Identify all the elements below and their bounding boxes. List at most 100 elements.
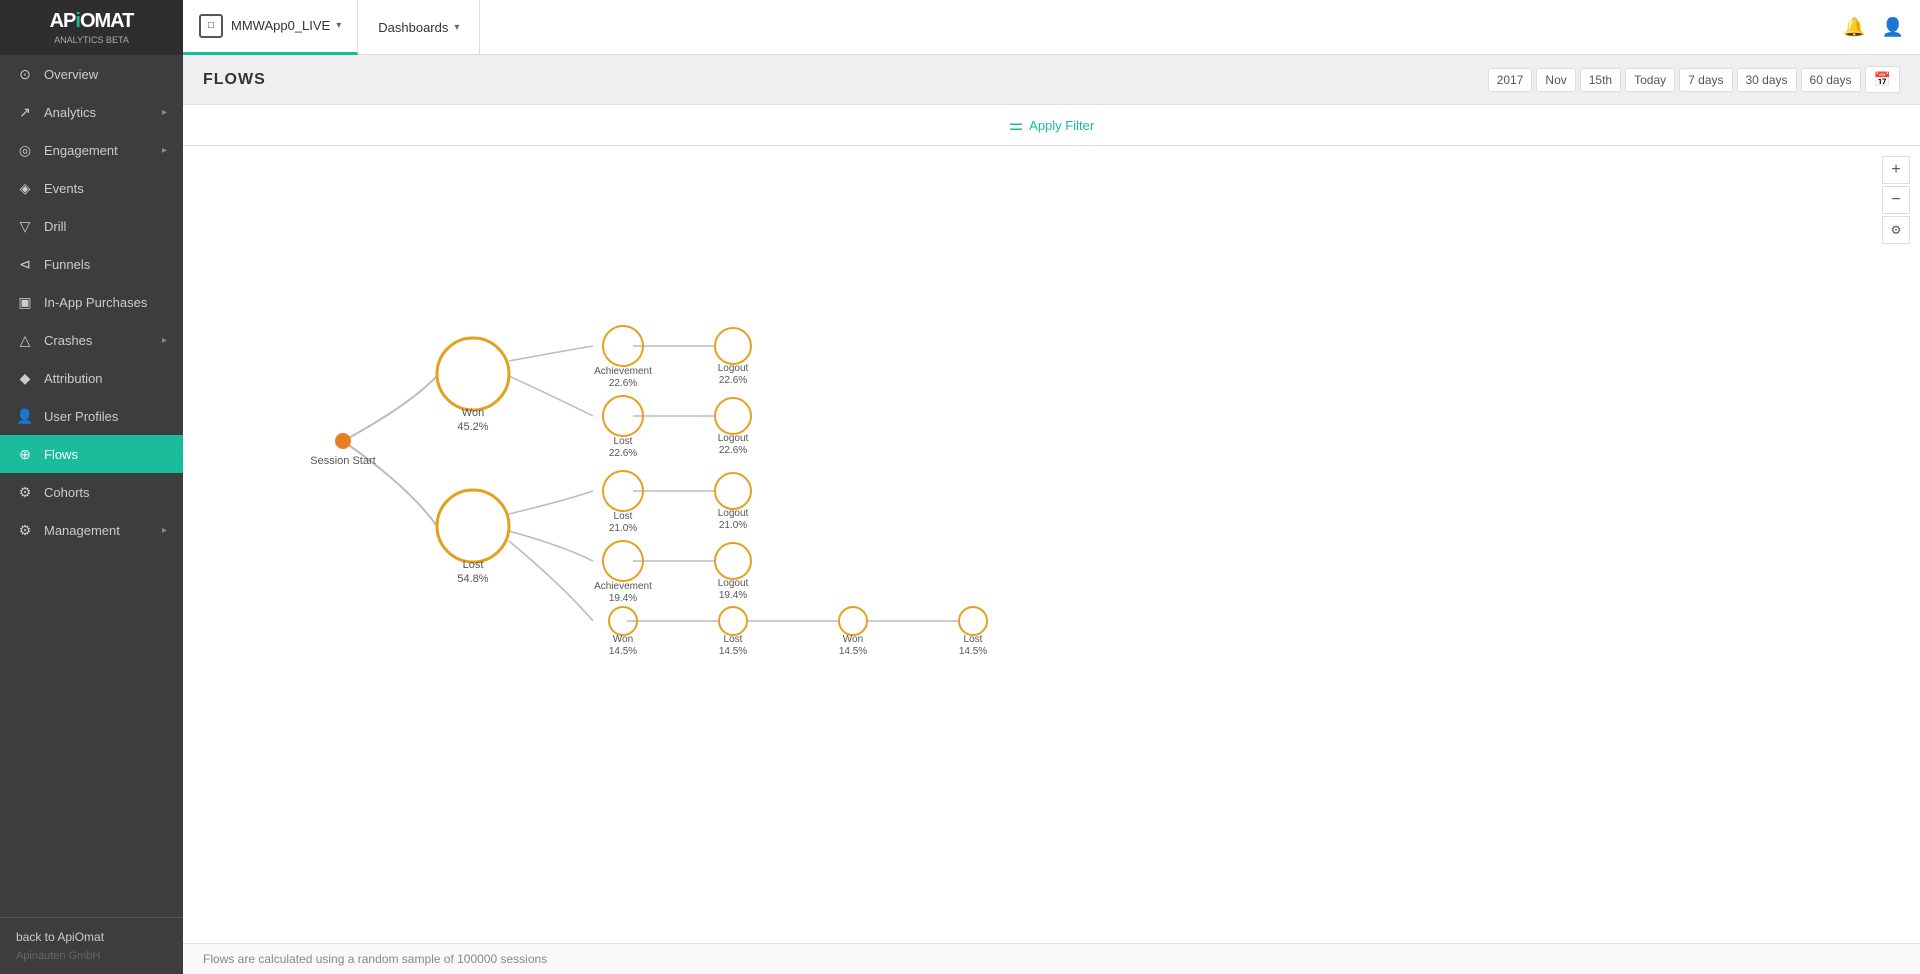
zoom-out-button[interactable]: − (1882, 186, 1910, 214)
nav-arrow-engagement: ▸ (162, 145, 167, 156)
date-btn-15th[interactable]: 15th (1580, 68, 1621, 92)
nav-icon-crashes: △ (16, 331, 34, 349)
logo-icon: APiOMAT (50, 10, 134, 33)
nav-icon-user-profiles: 👤 (16, 407, 34, 425)
nav-label-in-app-purchases: In-App Purchases (44, 295, 147, 310)
logo-area: APiOMAT ANALYTICS BETA (0, 0, 183, 55)
app-tab[interactable]: □ MMWApp0_LIVE ▾ (183, 0, 358, 55)
sidebar-item-flows[interactable]: ⊕ Flows (0, 435, 183, 473)
nav-icon-analytics: ↗ (16, 103, 34, 121)
topbar-right: 🔔 👤 (1843, 17, 1904, 38)
apply-filter-label: Apply Filter (1029, 118, 1094, 133)
svg-text:14.5%: 14.5% (839, 646, 867, 657)
sidebar-item-cohorts[interactable]: ⚙ Cohorts (0, 473, 183, 511)
nav-icon-engagement: ◎ (16, 141, 34, 159)
back-to-apiomatlink[interactable]: back to ApiOmat (16, 930, 167, 944)
date-btn-nov[interactable]: Nov (1536, 68, 1575, 92)
nav-icon-management: ⚙ (16, 521, 34, 539)
nav-icon-flows: ⊕ (16, 445, 34, 463)
svg-text:21.0%: 21.0% (609, 523, 637, 534)
svg-text:21.0%: 21.0% (719, 520, 747, 531)
date-btn-2017[interactable]: 2017 (1488, 68, 1533, 92)
date-controls: 2017Nov15thToday7 days30 days60 days📅 (1488, 66, 1900, 93)
flow-svg: Session Start Won 45.2% Lost 54.8% Achie… (183, 146, 1920, 943)
svg-text:Lost: Lost (964, 634, 983, 645)
date-btn-7-days[interactable]: 7 days (1679, 68, 1732, 92)
dashboards-label: Dashboards (378, 20, 448, 35)
sidebar-item-crashes[interactable]: △ Crashes ▸ (0, 321, 183, 359)
nav-label-crashes: Crashes (44, 333, 92, 348)
sidebar-item-user-profiles[interactable]: 👤 User Profiles (0, 397, 183, 435)
nav-icon-overview: ⊙ (16, 65, 34, 83)
user-profile-icon[interactable]: 👤 (1882, 17, 1904, 38)
svg-text:Won: Won (462, 407, 484, 419)
nav-icon-cohorts: ⚙ (16, 483, 34, 501)
svg-text:Achievement: Achievement (594, 366, 652, 377)
date-btn-60-days[interactable]: 60 days (1801, 68, 1861, 92)
sidebar-item-attribution[interactable]: ◆ Attribution (0, 359, 183, 397)
nav-label-management: Management (44, 523, 120, 538)
apply-filter-button[interactable]: ⚌ Apply Filter (1009, 115, 1094, 135)
sidebar-item-analytics[interactable]: ↗ Analytics ▸ (0, 93, 183, 131)
nav-icon-drill: ▽ (16, 217, 34, 235)
date-btn-today[interactable]: Today (1625, 68, 1675, 92)
app-chevron-icon: ▾ (336, 20, 341, 31)
svg-text:Logout: Logout (718, 508, 749, 519)
topbar: □ MMWApp0_LIVE ▾ Dashboards ▾ 🔔 👤 (183, 0, 1920, 55)
nav-icon-events: ◈ (16, 179, 34, 197)
svg-text:Won: Won (613, 634, 633, 645)
nav-icon-attribution: ◆ (16, 369, 34, 387)
sidebar: APiOMAT ANALYTICS BETA ⊙ Overview ↗ Anal… (0, 0, 183, 974)
nav-label-user-profiles: User Profiles (44, 409, 118, 424)
svg-text:Lost: Lost (463, 559, 484, 571)
svg-text:Lost: Lost (614, 511, 633, 522)
nav-arrow-analytics: ▸ (162, 107, 167, 118)
app-name-label: MMWApp0_LIVE (231, 18, 330, 33)
nav-label-drill: Drill (44, 219, 66, 234)
svg-text:22.6%: 22.6% (609, 378, 637, 389)
dashboards-tab[interactable]: Dashboards ▾ (358, 0, 480, 55)
sidebar-item-in-app-purchases[interactable]: ▣ In-App Purchases (0, 283, 183, 321)
nav-icon-funnels: ⊲ (16, 255, 34, 273)
flow-canvas: Session Start Won 45.2% Lost 54.8% Achie… (183, 146, 1920, 943)
page-header: FLOWS 2017Nov15thToday7 days30 days60 da… (183, 55, 1920, 105)
svg-text:14.5%: 14.5% (609, 646, 637, 657)
nav-label-flows: Flows (44, 447, 78, 462)
nav-label-analytics: Analytics (44, 105, 96, 120)
notification-icon[interactable]: 🔔 (1843, 17, 1865, 38)
dashboards-chevron-icon: ▾ (454, 22, 459, 33)
main-area: □ MMWApp0_LIVE ▾ Dashboards ▾ 🔔 👤 FLOWS … (183, 0, 1920, 974)
svg-text:22.6%: 22.6% (609, 448, 637, 459)
zoom-settings-button[interactable]: ⚙ (1882, 216, 1910, 244)
nav-menu: ⊙ Overview ↗ Analytics ▸ ◎ Engagement ▸ … (0, 55, 183, 549)
date-btn-30-days[interactable]: 30 days (1737, 68, 1797, 92)
sidebar-item-events[interactable]: ◈ Events (0, 169, 183, 207)
logo-sub: ANALYTICS BETA (50, 35, 134, 45)
svg-text:45.2%: 45.2% (457, 421, 488, 433)
svg-text:19.4%: 19.4% (609, 593, 637, 604)
svg-text:Logout: Logout (718, 363, 749, 374)
nav-label-events: Events (44, 181, 84, 196)
nav-label-cohorts: Cohorts (44, 485, 90, 500)
nav-label-attribution: Attribution (44, 371, 103, 386)
svg-text:54.8%: 54.8% (457, 573, 488, 585)
zoom-in-button[interactable]: + (1882, 156, 1910, 184)
svg-text:14.5%: 14.5% (719, 646, 747, 657)
sidebar-item-drill[interactable]: ▽ Drill (0, 207, 183, 245)
sidebar-item-management[interactable]: ⚙ Management ▸ (0, 511, 183, 549)
sidebar-item-engagement[interactable]: ◎ Engagement ▸ (0, 131, 183, 169)
svg-text:Lost: Lost (614, 436, 633, 447)
nav-arrow-crashes: ▸ (162, 335, 167, 346)
nav-label-engagement: Engagement (44, 143, 118, 158)
sidebar-item-overview[interactable]: ⊙ Overview (0, 55, 183, 93)
svg-text:Won: Won (843, 634, 863, 645)
sidebar-item-funnels[interactable]: ⊲ Funnels (0, 245, 183, 283)
sidebar-bottom: back to ApiOmat Apinauten GmbH (0, 917, 183, 974)
svg-text:Logout: Logout (718, 433, 749, 444)
svg-text:Achievement: Achievement (594, 581, 652, 592)
nav-arrow-management: ▸ (162, 525, 167, 536)
zoom-controls: + − ⚙ (1882, 156, 1910, 244)
footer-text: Flows are calculated using a random samp… (203, 952, 547, 966)
calendar-icon-button[interactable]: 📅 (1865, 66, 1900, 93)
nav-icon-in-app-purchases: ▣ (16, 293, 34, 311)
